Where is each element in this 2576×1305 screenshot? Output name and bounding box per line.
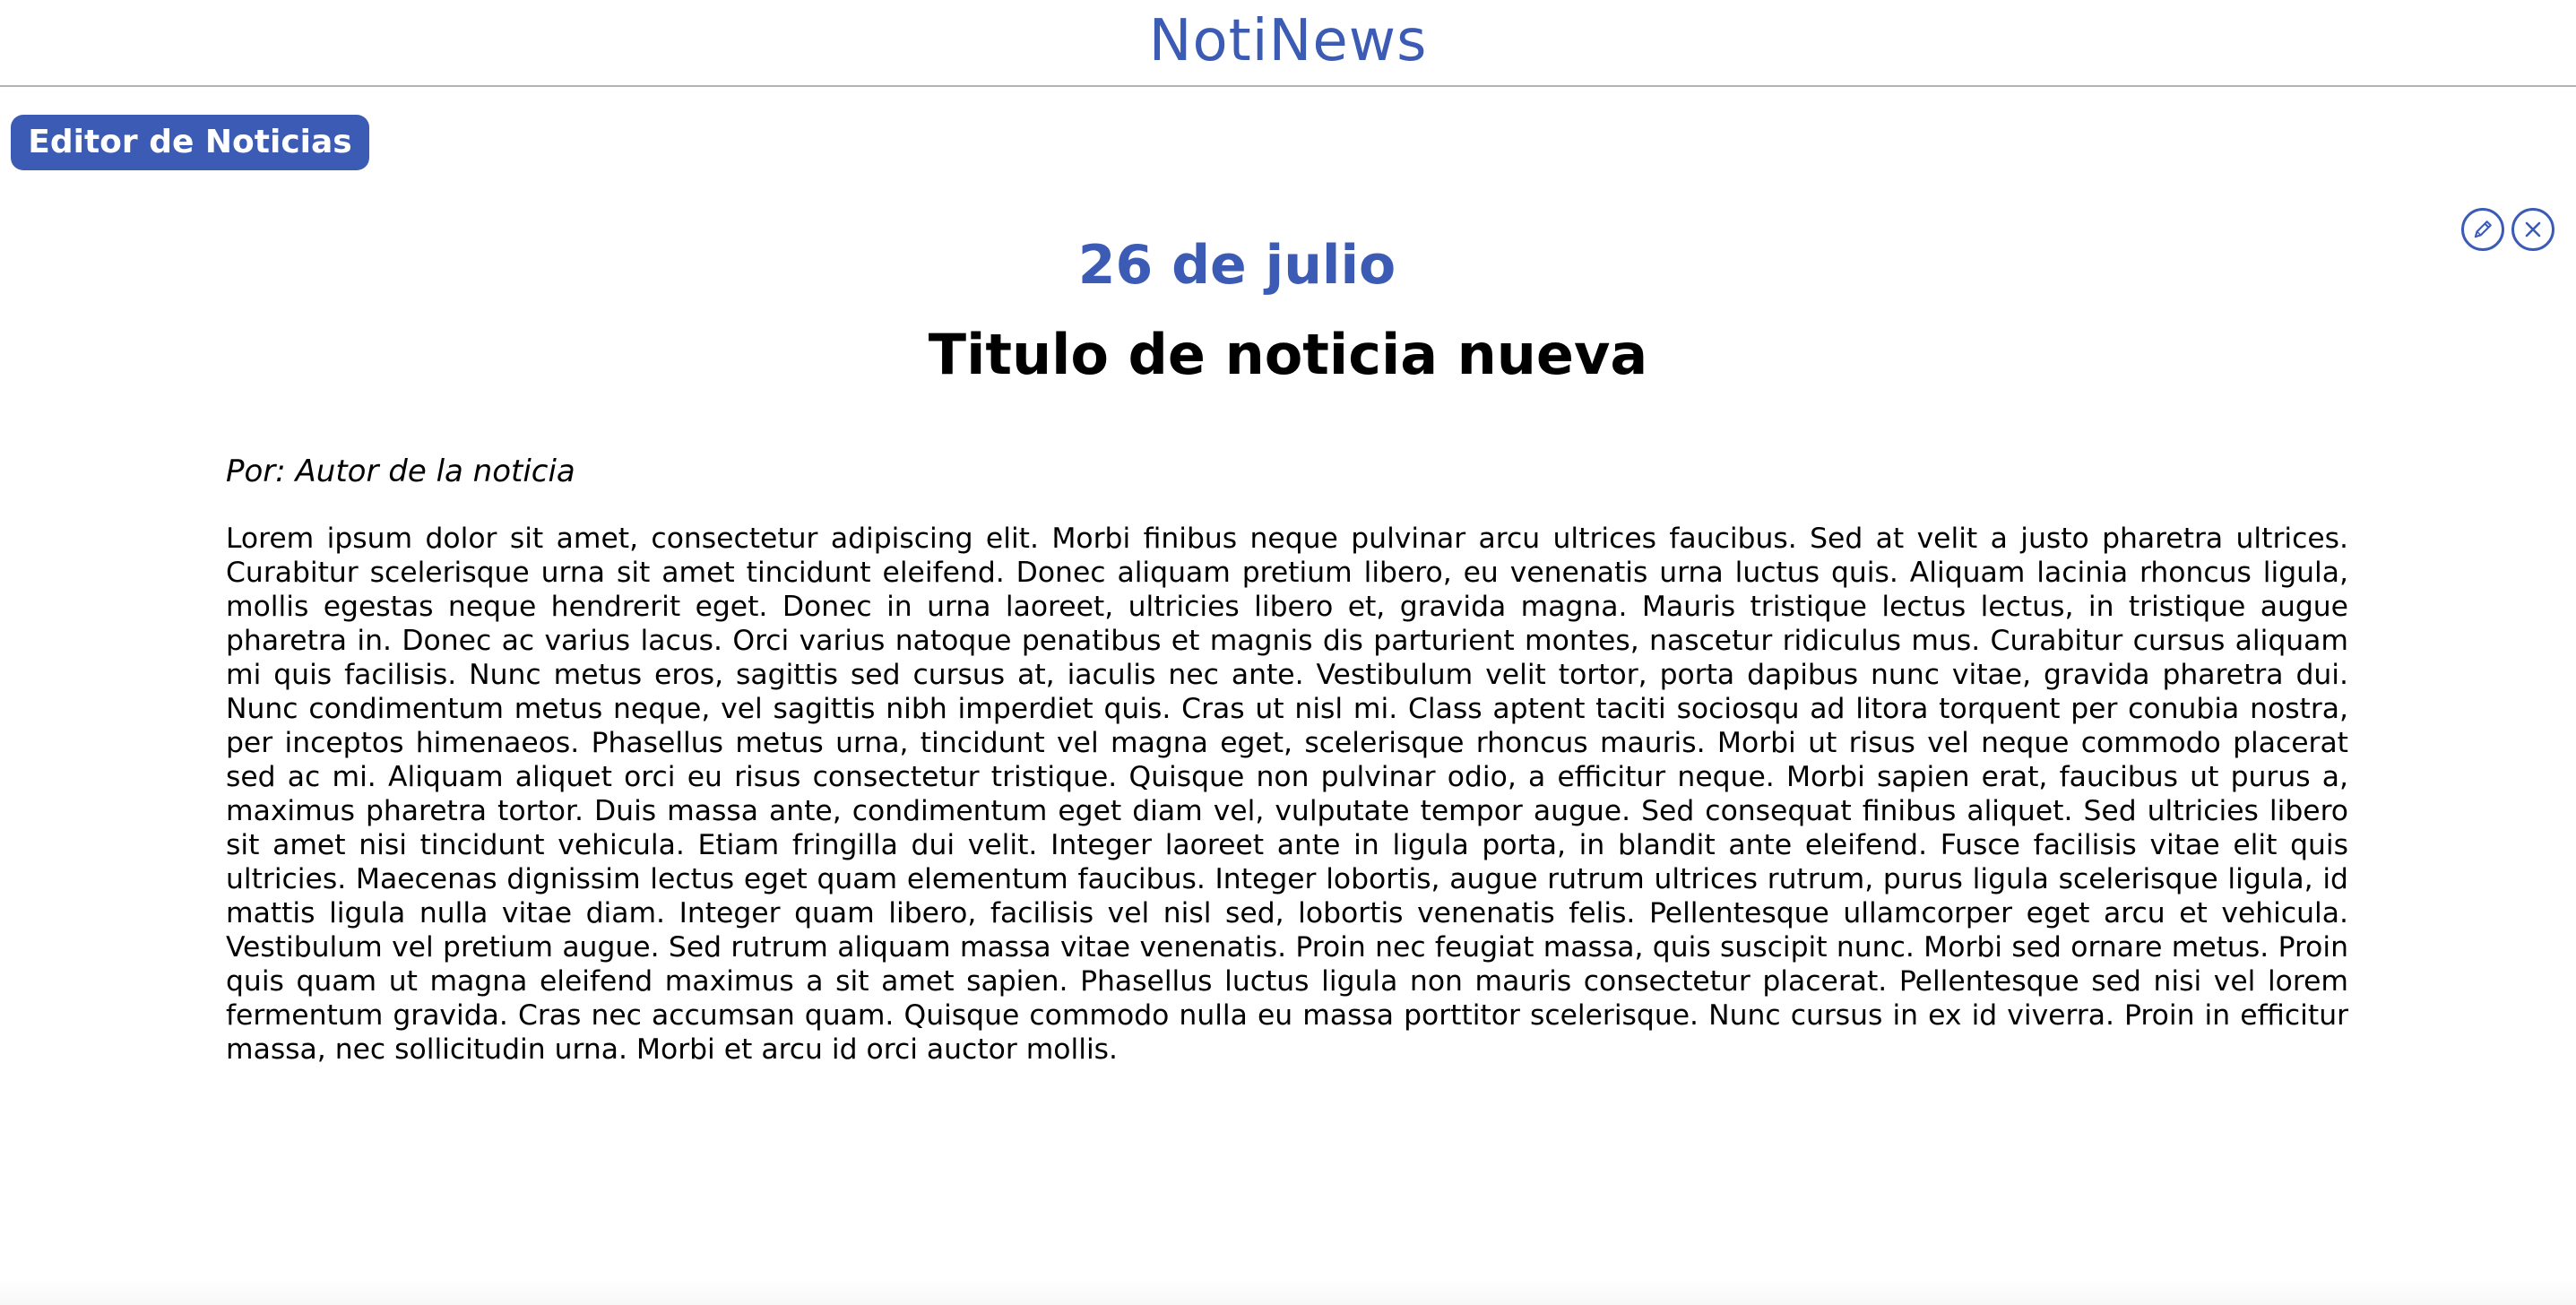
pencil-icon (2474, 220, 2492, 238)
article-date: 26 de julio (1077, 234, 1396, 297)
news-editor-button[interactable]: Editor de Noticias (11, 115, 369, 170)
brand-logo[interactable]: NotiNews (1149, 5, 1428, 77)
delete-article-button[interactable] (2511, 208, 2554, 251)
close-icon (2525, 221, 2541, 238)
article-author: Por: Autor de la noticia (226, 454, 575, 489)
article-body: Lorem ipsum dolor sit amet, consectetur … (226, 523, 2348, 1066)
article-title: Titulo de noticia nueva (928, 322, 1648, 387)
edit-article-button[interactable] (2461, 208, 2504, 251)
article-actions (2461, 208, 2554, 251)
app-header: NotiNews (0, 0, 2576, 87)
page-footer-shade (0, 1278, 2576, 1305)
